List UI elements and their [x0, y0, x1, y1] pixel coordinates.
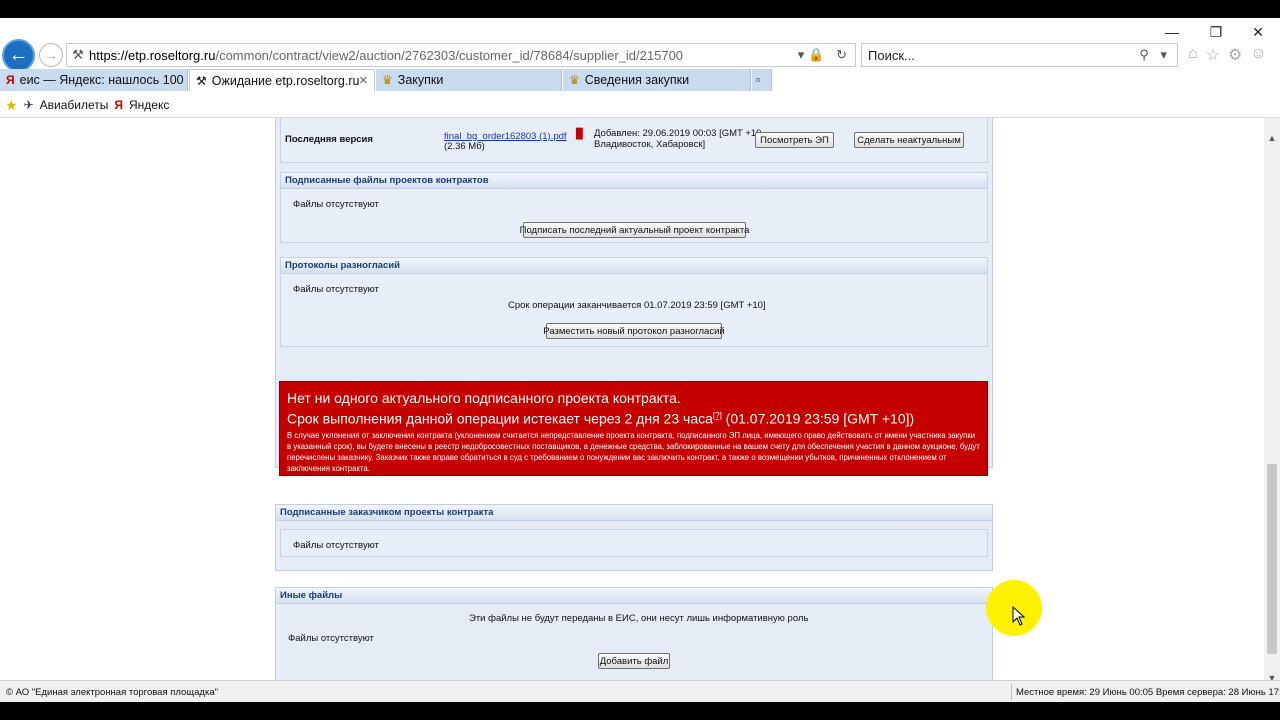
alert-title: Нет ни одного актуального подписанного п… [287, 390, 681, 406]
sign-project-button[interactable]: Подписать последний актуальный проект ко… [520, 222, 749, 238]
file-size: (2.36 Мб) [444, 141, 485, 152]
url-host: https://etp.roseltorg.ru [89, 47, 216, 63]
search-icon[interactable]: ⚲ ▾ [1139, 47, 1171, 63]
other-files-note: Эти файлы не будут переданы в ЕИС, они н… [469, 613, 809, 624]
added-date: Добавлен: 29.06.2019 00:03 [GMT +10 [594, 128, 762, 139]
tab-yandex[interactable]: Я еис — Яндекс: нашлось 100 ... [0, 69, 188, 91]
make-obsolete-button[interactable]: Сделать неактуальным [854, 132, 964, 148]
arrow-right-icon: → [44, 47, 58, 63]
home-icon[interactable]: ⌂ [1188, 45, 1198, 65]
favorites-bar: ★ ✈ Авиабилеты Я Яндекс [0, 95, 169, 115]
minimize-button[interactable]: — [1150, 18, 1194, 46]
forward-button[interactable]: → [39, 43, 63, 67]
help-link[interactable]: [?] [713, 411, 722, 420]
toolbar-icons: ⌂ ☆ ⚙ ☺ [1188, 45, 1267, 65]
disagreements-section: Протоколы разногласий Файлы отсутствуют … [280, 257, 988, 347]
other-files-panel: Иные файлы Эти файлы не будут переданы в… [275, 587, 993, 680]
address-actions-icon[interactable]: ▾🔒 ↻ [798, 47, 851, 63]
browser-window: — ❐ ✕ ← → ⚒ https://etp.roseltorg.ru/com… [0, 18, 1280, 702]
tab-zakupki[interactable]: ♛ Закупки [376, 69, 562, 91]
vertical-scrollbar[interactable]: ▲ ▼ [1264, 118, 1280, 683]
version-row: Последняя версия final_bg_order162803 (1… [280, 118, 988, 163]
copyright-text: © АО "Единая электронная торговая площад… [6, 687, 218, 698]
star-icon[interactable]: ☆ [1206, 45, 1220, 65]
added-timezone: Владивосток, Хабаровск] [594, 139, 706, 150]
new-protocol-button[interactable]: Разместить новый протокол разногласий [543, 323, 725, 339]
tab-strip: Я еис — Яндекс: нашлось 100 ... ⚒ Ожидан… [0, 69, 1280, 91]
address-bar[interactable]: ⚒ https://etp.roseltorg.ru/common/contra… [66, 43, 856, 67]
time-info: Местное время: 29 Июнь 00:05 Время серве… [1011, 684, 1280, 700]
back-button[interactable]: ← [2, 39, 35, 72]
tab-roseltorg[interactable]: ⚒ Ожидание etp.roseltorg.ru ✕ [189, 69, 375, 91]
plane-icon: ✈ [23, 98, 34, 112]
signed-projects-section: Подписанные файлы проектов контрактов Фа… [280, 172, 988, 243]
page-content: Последняя версия final_bg_order162803 (1… [0, 118, 1264, 680]
yandex-icon: Я [6, 73, 15, 87]
url-path: /common/contract/view2/auction/2762303/c… [215, 47, 684, 63]
empty-label: Файлы отсутствуют [293, 540, 379, 551]
search-placeholder: Поиск... [868, 48, 915, 63]
alert-deadline-text: Срок выполнения данной операции истекает… [287, 410, 713, 427]
alert-details: В случае уклонения от заключения контрак… [287, 430, 980, 473]
restore-button[interactable]: ❐ [1194, 18, 1238, 46]
section-header: Иные файлы [276, 588, 992, 604]
arrow-left-icon: ← [8, 44, 29, 66]
fav-aviabilety[interactable]: Авиабилеты [40, 98, 109, 112]
section-header: Протоколы разногласий [281, 258, 987, 274]
loading-icon: ⚒ [196, 73, 207, 88]
tab-label: Сведения закупки [584, 73, 690, 87]
mouse-pointer-icon [1012, 606, 1026, 626]
section-header: Подписанные файлы проектов контрактов [281, 173, 987, 189]
gear-icon[interactable]: ⚙ [1228, 45, 1242, 65]
site-icon: ⚒ [72, 47, 84, 62]
search-input[interactable]: Поиск... ⚲ ▾ [861, 43, 1178, 67]
eagle-icon: ♛ [382, 73, 393, 87]
screen: — ❐ ✕ ← → ⚒ https://etp.roseltorg.ru/com… [0, 0, 1280, 720]
new-tab-icon: ▫ [756, 73, 761, 87]
tab-label: Ожидание etp.roseltorg.ru [211, 73, 360, 88]
deadline-text: Срок операции заканчивается 01.07.2019 2… [508, 300, 766, 311]
pdf-icon: ▉ [576, 129, 584, 140]
status-bar: © АО "Единая электронная торговая площад… [0, 680, 1280, 702]
yandex-icon: Я [114, 98, 123, 112]
close-window-button[interactable]: ✕ [1236, 18, 1280, 46]
new-tab-button[interactable]: ▫ [752, 69, 772, 91]
smiley-icon[interactable]: ☺ [1250, 45, 1266, 65]
empty-label: Файлы отсутствуют [293, 284, 379, 295]
fav-yandex[interactable]: Яндекс [129, 98, 169, 112]
tab-label: еис — Яндекс: нашлось 100 ... [19, 73, 188, 87]
customer-signed-body: Файлы отсутствуют [280, 529, 988, 557]
favorites-star-icon[interactable]: ★ [5, 97, 18, 114]
customer-signed-panel: Подписанные заказчиком проекты контракта… [275, 504, 993, 571]
eagle-icon: ♛ [569, 73, 580, 87]
empty-label: Файлы отсутствуют [293, 199, 379, 210]
add-file-button[interactable]: Добавить файл [598, 653, 670, 669]
view-signature-button[interactable]: Посмотреть ЭП [755, 132, 834, 148]
alert-deadline-date: (01.07.2019 23:59 [GMT +10]) [721, 410, 915, 427]
close-tab-icon[interactable]: ✕ [359, 74, 368, 87]
scroll-thumb[interactable] [1267, 464, 1277, 654]
scroll-up-icon[interactable]: ▲ [1264, 130, 1280, 146]
alert-deadline: Срок выполнения данной операции истекает… [287, 406, 980, 429]
empty-label: Файлы отсутствуют [288, 633, 374, 644]
alert-box: Нет ни одного актуального подписанного п… [279, 381, 988, 476]
tab-svedeniya[interactable]: ♛ Сведения закупки [563, 69, 751, 91]
tab-label: Закупки [397, 73, 444, 87]
version-label: Последняя версия [285, 134, 373, 145]
section-header: Подписанные заказчиком проекты контракта [276, 505, 992, 521]
